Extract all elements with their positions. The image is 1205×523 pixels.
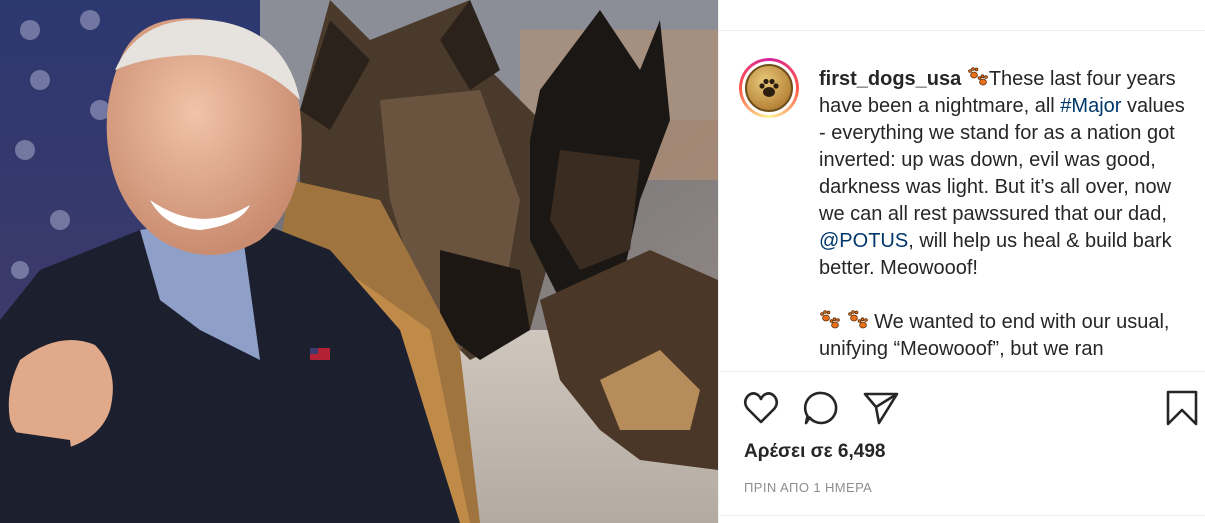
post-detail-panel: first_dogs_usa These last four years hav… (718, 0, 1205, 523)
avatar[interactable] (739, 58, 799, 118)
heart-icon (743, 392, 779, 424)
bottom-divider (719, 515, 1205, 516)
header-divider (719, 30, 1205, 31)
paw-prints-icon (847, 310, 868, 329)
mention-link[interactable]: @POTUS (819, 230, 908, 252)
comment-icon (803, 391, 838, 425)
share-icon (863, 392, 899, 425)
save-button[interactable] (1162, 388, 1202, 428)
post-timestamp[interactable]: ΠΡΙΝ ΑΠΟ 1 ΗΜΕΡΑ (744, 480, 872, 495)
hashtag-link[interactable]: #Major (1060, 95, 1121, 117)
story-avatar-ring[interactable] (747, 0, 791, 4)
share-button[interactable] (861, 388, 901, 428)
post-photo (0, 0, 718, 523)
post-caption: first_dogs_usa These last four years hav… (819, 66, 1194, 363)
bookmark-icon (1166, 390, 1198, 426)
paw-prints-icon (968, 67, 988, 86)
caption-text-4: We wanted to end with our usual, unifyin… (819, 311, 1170, 360)
like-button[interactable] (741, 388, 781, 428)
paw-seal-icon (745, 64, 793, 112)
comment-button[interactable] (801, 388, 841, 428)
actions-divider (719, 371, 1205, 372)
paw-prints-icon (820, 310, 840, 329)
likes-count[interactable]: Αρέσει σε 6,498 (744, 441, 885, 463)
username-link[interactable]: first_dogs_usa (819, 68, 961, 90)
